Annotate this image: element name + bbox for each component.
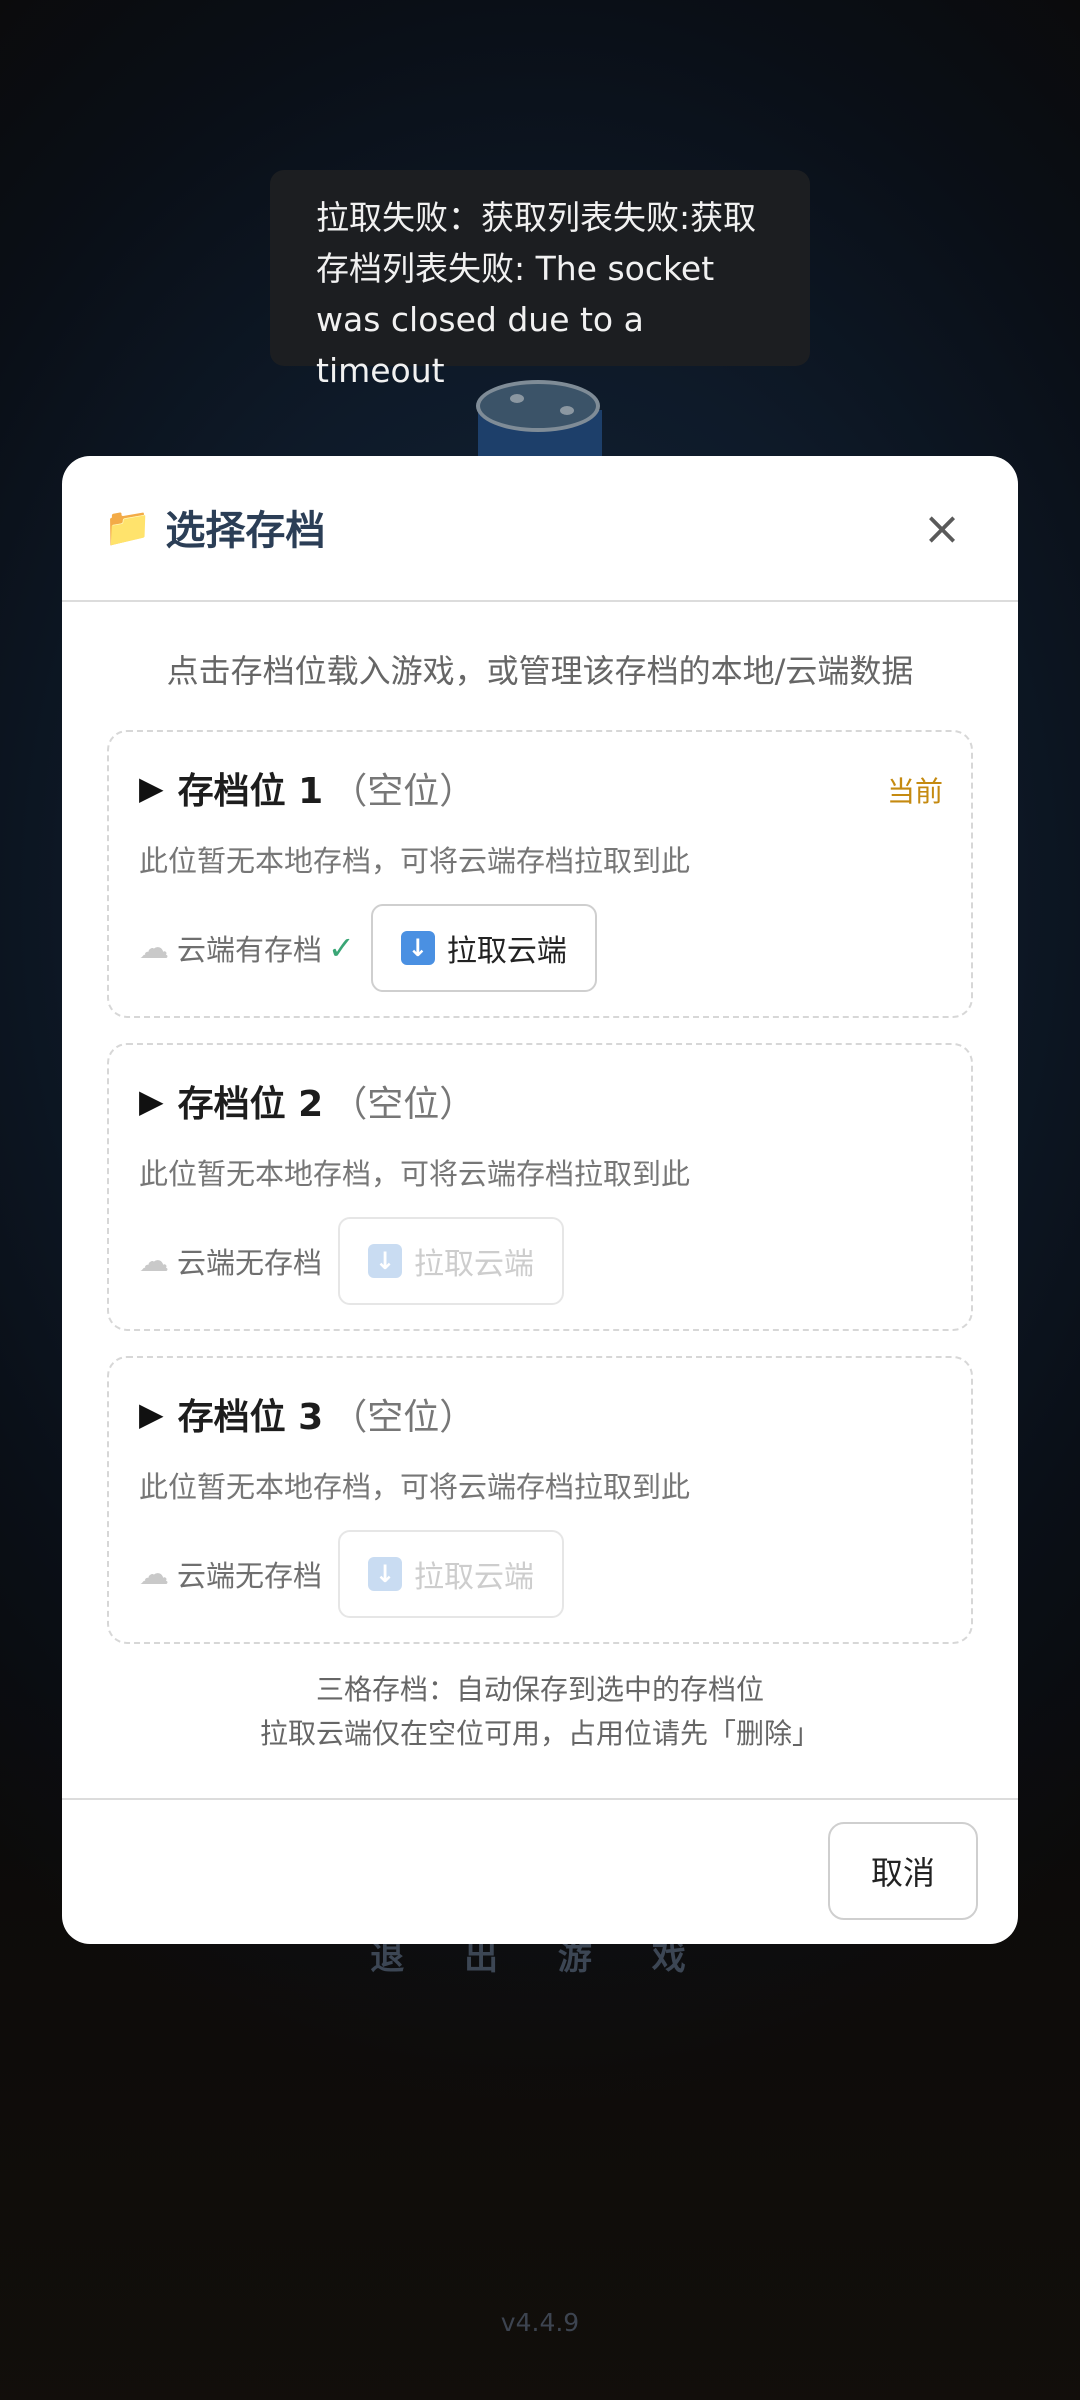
pull-cloud-button: ↓ 拉取云端 (338, 1530, 565, 1618)
play-icon: ▶ (139, 1395, 164, 1433)
note-line-1: 三格存档：自动保存到选中的存档位 (315, 1673, 764, 1706)
folder-icon: 📁 (104, 504, 152, 549)
slot-name: 存档位 3 (177, 1397, 324, 1438)
slot-description: 此位暂无本地存档，可将云端存档拉取到此 (139, 1157, 691, 1191)
cloud-icon: ☁ (139, 930, 169, 966)
cloud-status: ☁ 云端无存档 (139, 1240, 322, 1282)
slot-status: （空位） (331, 1084, 476, 1125)
pull-cloud-label: 拉取云端 (414, 1560, 535, 1595)
save-slot-3[interactable]: ▶ 存档位 3 （空位） 此位暂无本地存档，可将云端存档拉取到此 ☁ 云端无存档… (107, 1356, 973, 1644)
barrel-decoration (476, 380, 604, 470)
cloud-status: ☁ 云端无存档 (139, 1553, 322, 1595)
cloud-icon: ☁ (139, 1243, 169, 1279)
slot-status: （空位） (331, 1397, 476, 1438)
pull-cloud-label: 拉取云端 (414, 1247, 535, 1282)
dialog-title-text: 选择存档 (165, 508, 326, 554)
download-icon: ↓ (400, 931, 435, 965)
cloud-icon: ☁ (139, 1556, 169, 1592)
check-icon: ✓ (328, 929, 355, 967)
pull-cloud-button: ↓ 拉取云端 (338, 1217, 565, 1305)
slot-description: 此位暂无本地存档，可将云端存档拉取到此 (139, 844, 691, 878)
play-icon: ▶ (139, 769, 164, 807)
slot-status: （空位） (331, 771, 476, 812)
download-icon: ↓ (368, 1244, 403, 1278)
cloud-status-text: 云端有存档 (177, 933, 323, 967)
cloud-status-text: 云端无存档 (177, 1559, 323, 1593)
save-slot-1[interactable]: ▶ 存档位 1 （空位） 当前 此位暂无本地存档，可将云端存档拉取到此 ☁ 云端… (107, 730, 973, 1018)
save-slot-dialog: 📁 选择存档 × 点击存档位载入游戏，或管理该存档的本地/云端数据 ▶ 存档位 … (62, 456, 1018, 1944)
toast-message: 拉取失败：获取列表失败:获取存档列表失败: The socket was clo… (316, 198, 757, 390)
dialog-title: 📁 选择存档 (104, 498, 325, 556)
version-label: v4.4.9 (500, 2308, 580, 2337)
dialog-footer: 取消 (62, 1798, 1018, 1944)
cancel-button[interactable]: 取消 (828, 1822, 978, 1920)
slot-name: 存档位 1 (177, 771, 324, 812)
dialog-header: 📁 选择存档 × (62, 456, 1018, 602)
play-icon: ▶ (139, 1082, 164, 1120)
slot-name: 存档位 2 (177, 1084, 324, 1125)
slot-description: 此位暂无本地存档，可将云端存档拉取到此 (139, 1470, 691, 1504)
pull-cloud-label: 拉取云端 (446, 934, 567, 969)
error-toast: 拉取失败：获取列表失败:获取存档列表失败: The socket was clo… (270, 170, 810, 390)
note-line-2: 拉取云端仅在空位可用，占用位请先「删除」 (259, 1717, 820, 1750)
download-icon: ↓ (368, 1557, 403, 1591)
close-button[interactable]: × (914, 500, 970, 556)
cloud-status-text: 云端无存档 (177, 1246, 323, 1280)
dialog-subtitle: 点击存档位载入游戏，或管理该存档的本地/云端数据 (166, 652, 914, 690)
current-badge: 当前 (886, 775, 943, 808)
save-slot-2[interactable]: ▶ 存档位 2 （空位） 此位暂无本地存档，可将云端存档拉取到此 ☁ 云端无存档… (107, 1043, 973, 1331)
cloud-status: ☁ 云端有存档 ✓ (139, 927, 355, 969)
pull-cloud-button[interactable]: ↓ 拉取云端 (370, 904, 597, 992)
